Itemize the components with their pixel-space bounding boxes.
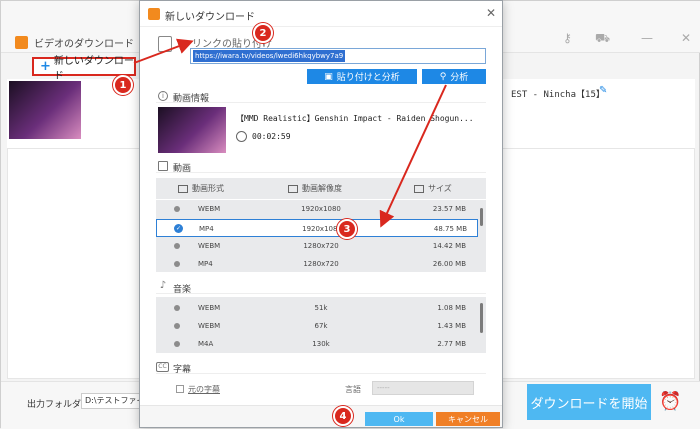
download-item-title: EST - Nincha【15】: [511, 90, 605, 100]
paste-and-analyze-label: 貼り付けと分析: [336, 73, 400, 83]
original-subtitle-label[interactable]: 元の字幕: [188, 384, 220, 395]
header-label: サイズ: [428, 184, 452, 193]
row-size: 2.77 MB: [437, 340, 466, 348]
clock-icon: [236, 131, 247, 142]
row-format: WEBM: [198, 322, 221, 330]
row-size: 1.43 MB: [437, 322, 466, 330]
cancel-button[interactable]: キャンセル: [436, 412, 500, 426]
minimize-icon[interactable]: —: [641, 31, 653, 45]
analyze-label: 分析: [450, 73, 469, 83]
video-size-header: サイズ: [414, 183, 452, 194]
paste-and-analyze-button[interactable]: ▣ 貼り付けと分析: [307, 69, 417, 84]
row-format: M4A: [198, 340, 214, 348]
new-download-dialog: 新しいダウンロード ✕ リンクの貼り付け https://iwara.tv/vi…: [139, 0, 503, 428]
annotation-badge-1: 1: [113, 75, 133, 95]
header-label: 動画解像度: [302, 184, 342, 193]
row-size: 14.42 MB: [432, 242, 466, 250]
cc-icon: CC: [156, 362, 169, 372]
paste-icon: ▣: [324, 71, 333, 82]
video-resolution-header: 動画解像度: [288, 183, 342, 194]
row-resolution: 1280x720: [303, 242, 339, 250]
table-row[interactable]: WEBM 1920x1080 23.57 MB: [156, 200, 478, 218]
row-size: 23.57 MB: [432, 205, 466, 213]
language-select[interactable]: -----: [372, 381, 474, 395]
start-download-button[interactable]: ダウンロードを開始: [527, 384, 651, 420]
alarm-clock-icon[interactable]: ⏰: [659, 391, 681, 412]
audio-table: WEBM 51k 1.08 MB WEBM 67k 1.43 MB M4A 13…: [156, 297, 486, 353]
row-size: 1.08 MB: [437, 304, 466, 312]
row-bitrate: 130k: [312, 340, 330, 348]
row-size: 48.75 MB: [433, 225, 467, 233]
row-bitrate: 51k: [314, 304, 328, 312]
plus-icon: +: [40, 59, 51, 74]
row-bitrate: 67k: [314, 322, 328, 330]
search-icon: ⚲: [439, 71, 447, 82]
music-icon: ♪: [159, 280, 167, 291]
video-section-icon: [158, 161, 168, 171]
dialog-close-icon[interactable]: ✕: [486, 6, 496, 20]
table-row[interactable]: M4A 130k 2.77 MB: [156, 335, 478, 353]
row-size: 26.00 MB: [432, 260, 466, 268]
close-icon[interactable]: ✕: [681, 31, 691, 45]
cart-icon[interactable]: ⛟: [595, 31, 610, 47]
radio-dot[interactable]: [174, 341, 180, 347]
dialog-logo-icon: [148, 8, 160, 20]
radio-dot[interactable]: [174, 206, 180, 212]
row-format: WEBM: [198, 242, 221, 250]
row-format: WEBM: [198, 205, 221, 213]
divider: [156, 172, 486, 173]
analyze-button[interactable]: ⚲ 分析: [422, 69, 486, 84]
divider: [156, 102, 486, 103]
video-format-header: 動画形式: [178, 183, 224, 194]
check-icon[interactable]: ✓: [174, 224, 183, 233]
film-icon: [178, 184, 188, 193]
folder-icon: [414, 184, 424, 193]
radio-dot[interactable]: [174, 243, 180, 249]
divider: [156, 293, 486, 294]
download-item-thumbnail: [9, 81, 81, 139]
divider: [156, 373, 486, 374]
video-thumbnail: [158, 107, 226, 153]
dialog-title: 新しいダウンロード: [165, 12, 255, 23]
output-folder-input[interactable]: D:\テストファイル: [81, 393, 145, 409]
language-label: 言語: [345, 385, 361, 394]
video-table: WEBM 1920x1080 23.57 MB ✓ MP4 1920x1080 …: [156, 200, 486, 272]
radio-dot[interactable]: [174, 261, 180, 267]
row-format: WEBM: [198, 304, 221, 312]
annotation-badge-3: 3: [337, 219, 357, 239]
radio-dot[interactable]: [174, 305, 180, 311]
table-row[interactable]: WEBM 67k 1.43 MB: [156, 317, 478, 335]
table-row[interactable]: WEBM 51k 1.08 MB: [156, 299, 478, 317]
url-value: https://iwara.tv/videos/lwedi6hkqybwy7a9: [193, 50, 346, 62]
row-resolution: 1280x720: [303, 260, 339, 268]
clipboard-icon: [158, 36, 172, 52]
row-format: MP4: [198, 260, 213, 268]
table-row[interactable]: WEBM 1280x720 14.42 MB: [156, 237, 478, 255]
key-icon[interactable]: ⚷: [563, 31, 572, 45]
header-label: 動画形式: [192, 184, 224, 193]
row-resolution: 1920x1080: [301, 205, 341, 213]
audio-scrollbar[interactable]: [480, 303, 483, 333]
table-row-selected[interactable]: ✓ MP4 1920x1080 48.75 MB: [156, 219, 478, 237]
video-table-header: 動画形式 動画解像度 サイズ: [156, 178, 486, 199]
row-format: MP4: [199, 225, 214, 233]
original-subtitle-checkbox[interactable]: [176, 385, 184, 393]
video-duration: 00:02:59: [252, 132, 291, 141]
url-input[interactable]: https://iwara.tv/videos/lwedi6hkqybwy7a9: [190, 48, 486, 64]
radio-dot[interactable]: [174, 323, 180, 329]
video-title: 【MMD Realistic】Genshin Impact - Raiden S…: [236, 114, 474, 123]
annotation-badge-4: 4: [333, 406, 353, 426]
app-title: ビデオのダウンロード: [34, 39, 134, 50]
video-scrollbar[interactable]: [480, 208, 483, 226]
ok-button[interactable]: Ok: [365, 412, 433, 426]
annotation-badge-2: 2: [253, 23, 273, 43]
table-row[interactable]: MP4 1280x720 26.00 MB: [156, 255, 478, 273]
resolution-icon: [288, 184, 298, 193]
app-logo-icon: [15, 36, 28, 49]
new-download-button[interactable]: + 新しいダウンロード: [32, 56, 136, 82]
edit-pen-icon[interactable]: ✎: [599, 85, 607, 96]
info-icon: i: [158, 91, 168, 101]
